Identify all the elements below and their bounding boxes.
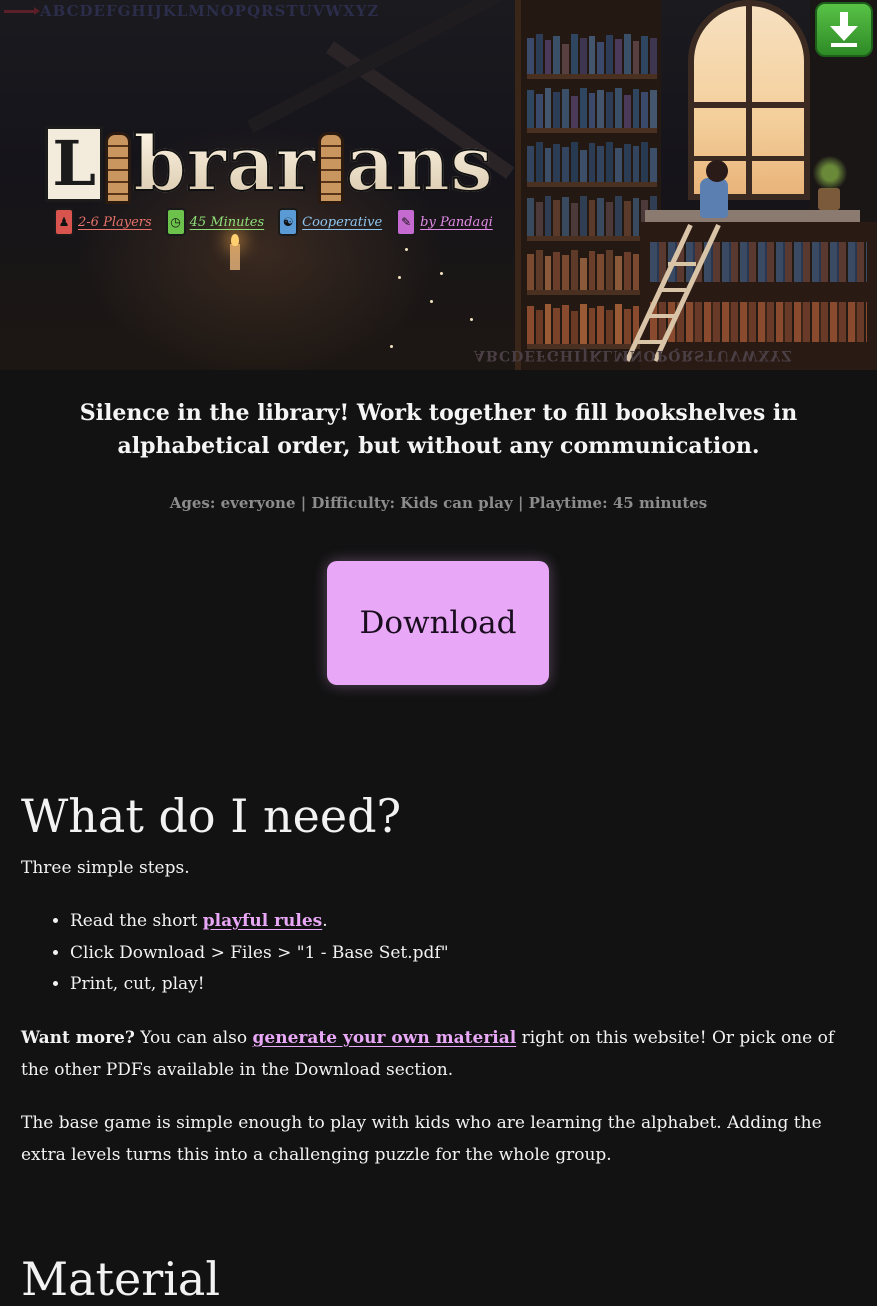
game-tags: ♟ 2-6 Players ◷ 45 Minutes ☯ Cooperative… bbox=[54, 208, 493, 236]
download-arrow-icon bbox=[830, 11, 858, 47]
material-heading: Material bbox=[21, 1252, 221, 1306]
logo-bookshelf-letter bbox=[105, 132, 132, 204]
want-more-paragraph: Want more? You can also generate your ow… bbox=[21, 1028, 835, 1080]
alphabet-decoration-top: ABCDEFGHIJKLMNOPQRSTUVWXYZ bbox=[40, 2, 380, 20]
download-button[interactable]: Download bbox=[327, 561, 549, 685]
tag-author: ✎ by Pandaqi bbox=[396, 208, 493, 236]
download-shortcut-button[interactable] bbox=[815, 2, 873, 57]
logo-bookshelf-letter bbox=[317, 132, 344, 204]
list-item: Print, cut, play! bbox=[70, 969, 449, 1001]
arrow-decoration bbox=[4, 7, 40, 15]
hero-banner: ABCDEFGHIJKLMNOPQRSTUVWXYZ ABCDEFGHIJKLM… bbox=[0, 0, 877, 370]
what-do-i-need-heading: What do I need? bbox=[21, 789, 402, 843]
tag-duration: ◷ 45 Minutes bbox=[165, 208, 264, 236]
girl-illustration bbox=[700, 178, 728, 218]
tag-players: ♟ 2-6 Players bbox=[54, 208, 152, 236]
librarians-logo: L brar ans bbox=[40, 124, 498, 204]
tag-cooperative: ☯ Cooperative bbox=[278, 208, 382, 236]
clock-icon: ◷ bbox=[165, 208, 186, 236]
logo-drop-cap: L bbox=[45, 126, 104, 202]
steps-list: Read the short playful rules. Click Down… bbox=[21, 906, 449, 1001]
handshake-icon: ☯ bbox=[278, 208, 299, 236]
list-item: Read the short playful rules. bbox=[70, 906, 449, 938]
steps-intro: Three simple steps. bbox=[21, 858, 190, 878]
playful-rules-link[interactable]: playful rules bbox=[203, 911, 322, 931]
pen-icon: ✎ bbox=[396, 208, 417, 236]
base-game-paragraph: The base game is simple enough to play w… bbox=[21, 1113, 822, 1165]
game-meta-info: Ages: everyone | Difficulty: Kids can pl… bbox=[169, 494, 708, 512]
alphabet-decoration-bottom: ABCDEFGHIJKLMNOPQRSTUVWXYZ bbox=[474, 347, 793, 363]
generate-material-link[interactable]: generate your own material bbox=[253, 1028, 517, 1048]
candle-illustration bbox=[230, 244, 240, 270]
game-tagline: Silence in the library! Work together to… bbox=[79, 400, 798, 459]
list-item: Click Download > Files > "1 - Base Set.p… bbox=[70, 938, 449, 970]
players-icon: ♟ bbox=[54, 208, 74, 236]
